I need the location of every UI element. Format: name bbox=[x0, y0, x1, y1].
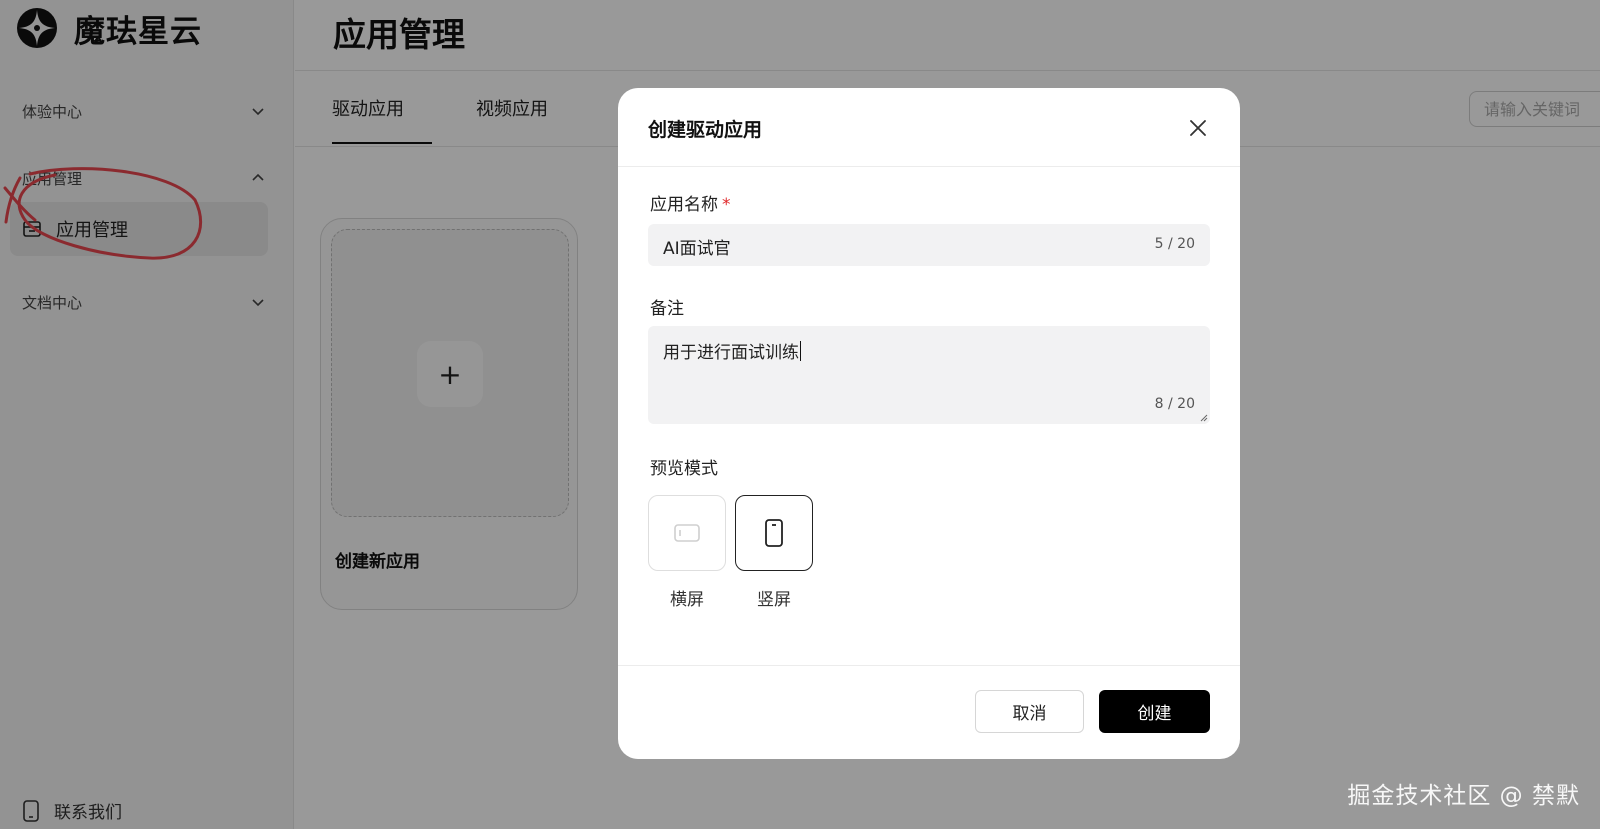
create-app-dialog: 创建驱动应用 应用名称 * AI面试官 5 / 20 备注 用于进行面试训练 8 … bbox=[618, 88, 1240, 759]
app-name-label: 应用名称 * bbox=[650, 190, 731, 215]
preview-landscape-option[interactable] bbox=[648, 495, 726, 571]
close-button[interactable] bbox=[1186, 116, 1210, 140]
resize-grip-icon[interactable] bbox=[1198, 412, 1208, 422]
portrait-label: 竖屏 bbox=[757, 590, 791, 610]
dialog-footer-divider bbox=[618, 665, 1240, 666]
text-caret bbox=[800, 341, 801, 361]
dialog-header-divider bbox=[618, 166, 1240, 167]
portrait-device-icon bbox=[765, 519, 783, 547]
watermark: 掘金技术社区 @ 禁默 bbox=[1347, 783, 1580, 809]
note-label: 备注 bbox=[650, 299, 684, 319]
preview-portrait-option[interactable] bbox=[735, 495, 813, 571]
required-mark: * bbox=[722, 195, 731, 215]
note-counter: 8 / 20 bbox=[1154, 396, 1195, 412]
preview-mode-label: 预览模式 bbox=[650, 459, 718, 479]
app-name-label-text: 应用名称 bbox=[650, 195, 718, 215]
landscape-label: 横屏 bbox=[670, 590, 704, 610]
note-value: 用于进行面试训练 bbox=[663, 343, 799, 363]
close-icon bbox=[1190, 120, 1206, 136]
create-button[interactable]: 创建 bbox=[1099, 690, 1210, 733]
note-textarea[interactable]: 用于进行面试训练 8 / 20 bbox=[648, 326, 1210, 424]
cancel-button[interactable]: 取消 bbox=[975, 690, 1084, 733]
app-name-counter: 5 / 20 bbox=[1154, 236, 1195, 252]
app-name-input[interactable]: AI面试官 5 / 20 bbox=[648, 224, 1210, 266]
app-name-value: AI面试官 bbox=[663, 239, 731, 259]
dialog-title: 创建驱动应用 bbox=[648, 119, 763, 141]
landscape-device-icon bbox=[674, 524, 700, 542]
note-value-line: 用于进行面试训练 bbox=[663, 338, 801, 363]
